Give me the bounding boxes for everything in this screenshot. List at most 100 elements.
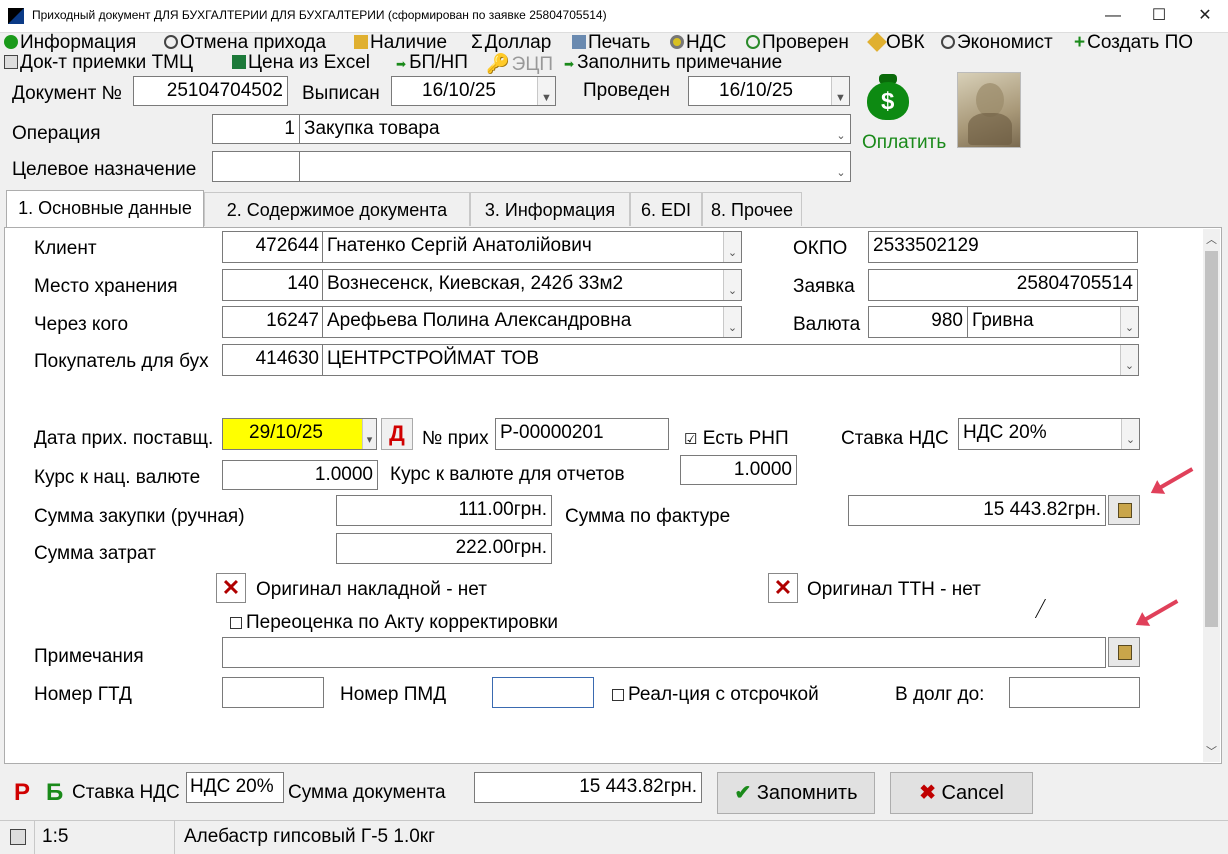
chevron-down-icon[interactable]: ⌄: [723, 307, 741, 337]
checkbox-empty-icon: [230, 617, 242, 629]
menu-acceptance-doc[interactable]: Док-т приемки ТМЦ: [4, 52, 193, 74]
scrollbar-thumb[interactable]: [1205, 251, 1218, 627]
d-button[interactable]: Д: [381, 418, 413, 450]
menu-stock[interactable]: Наличие: [354, 32, 447, 54]
menu-ovk[interactable]: ОВК: [867, 32, 925, 54]
debt-label: В долг до:: [895, 684, 985, 705]
menu-fill-note[interactable]: ➡ Заполнить примечание: [564, 52, 782, 74]
close-button[interactable]: ✕: [1182, 0, 1228, 32]
cross-icon: ✕: [773, 575, 793, 600]
rnp-checkbox[interactable]: ☑ Есть РНП: [684, 428, 789, 450]
chevron-down-icon[interactable]: ▼: [537, 77, 555, 105]
tab-other[interactable]: 8. Прочее: [702, 192, 802, 226]
tab-edi[interactable]: 6. EDI: [630, 192, 702, 226]
box-icon: [354, 35, 368, 49]
chevron-down-icon[interactable]: ⌄: [832, 115, 850, 143]
client-select[interactable]: Гнатенко Сергій Анатолійович ⌄: [322, 231, 742, 263]
costs-field[interactable]: 222.00грн.: [336, 533, 552, 564]
gtd-field[interactable]: [222, 677, 324, 708]
storage-label: Место хранения: [34, 276, 178, 297]
menu-checked[interactable]: Проверен: [746, 32, 849, 54]
scroll-down-icon[interactable]: ﹀: [1206, 743, 1217, 759]
chevron-down-icon[interactable]: ⌄: [1120, 345, 1138, 375]
title-bar: Приходный документ ДЛЯ БУХГАЛТЕРИИ ДЛЯ Б…: [0, 0, 1228, 33]
purpose-code-field[interactable]: [212, 151, 300, 182]
issued-date-picker[interactable]: 16/10/25 ▼: [391, 76, 556, 106]
chevron-down-icon[interactable]: ⌄: [723, 270, 741, 300]
request-field[interactable]: 25804705514: [868, 269, 1138, 301]
menu-dollar[interactable]: Σ Доллар: [471, 32, 551, 54]
save-button[interactable]: ✔ Запомнить: [717, 772, 875, 814]
buyer-select[interactable]: ЦЕНТРСТРОЙМАТ ТОВ ⌄: [322, 344, 1139, 376]
pay-label[interactable]: Оплатить: [862, 132, 946, 154]
minimize-button[interactable]: —: [1090, 0, 1136, 32]
purchase-sum-field[interactable]: 111.00грн.: [336, 495, 552, 526]
notes-field[interactable]: [222, 637, 1106, 668]
supplier-date-picker[interactable]: 29/10/25 ▾: [222, 418, 377, 450]
b-mark[interactable]: Б: [46, 779, 63, 807]
money-bag-icon[interactable]: $: [865, 74, 911, 122]
via-select[interactable]: Арефьева Полина Александровна ⌄: [322, 306, 742, 338]
chevron-down-icon[interactable]: ⌄: [832, 152, 850, 181]
pmd-field[interactable]: [492, 677, 594, 708]
rate-report-field[interactable]: 1.0000: [680, 455, 797, 485]
buyer-code-field[interactable]: 414630: [222, 344, 324, 376]
purpose-select[interactable]: ⌄: [299, 151, 851, 182]
deferred-checkbox[interactable]: Реал-ция с отсрочкой: [612, 684, 819, 706]
menu-cancel-receipt[interactable]: Отмена прихода: [164, 32, 326, 54]
printer-icon: [572, 35, 586, 49]
orig-invoice-checkbox[interactable]: ✕: [216, 573, 246, 603]
vertical-scrollbar[interactable]: ︿ ﹀: [1203, 229, 1220, 762]
debt-date-field[interactable]: [1009, 677, 1140, 708]
menu-vat[interactable]: НДС: [670, 32, 726, 54]
client-code-field[interactable]: 472644: [222, 231, 324, 263]
chevron-down-icon[interactable]: ⌄: [723, 232, 741, 262]
menu-print[interactable]: Печать: [572, 32, 650, 54]
costs-label: Сумма затрат: [34, 543, 156, 564]
storage-select[interactable]: Вознесенск, Киевская, 242б 33м2 ⌄: [322, 269, 742, 301]
menu-create-po[interactable]: + Создать ПО: [1074, 32, 1193, 54]
orig-invoice-label: Оригинал накладной - нет: [256, 579, 487, 600]
tab-doc-contents[interactable]: 2. Содержимое документа: [204, 192, 470, 226]
chevron-down-icon[interactable]: ⌄: [1120, 307, 1138, 337]
r-mark[interactable]: Р: [14, 779, 30, 807]
via-code-field[interactable]: 16247: [222, 306, 324, 338]
tab-basic-data[interactable]: 1. Основные данные: [6, 190, 204, 228]
footer-vat-label: Ставка НДС: [72, 782, 180, 803]
maximize-button[interactable]: ☐: [1136, 0, 1182, 32]
receipt-no-field[interactable]: Р-00000201: [495, 418, 669, 450]
invoice-sum-field[interactable]: 15 443.82грн.: [848, 495, 1106, 526]
scroll-up-icon[interactable]: ︿: [1206, 231, 1217, 247]
menu-bp-np[interactable]: ➡ БП/НП: [396, 52, 468, 74]
cancel-button[interactable]: ✖ Cancel: [890, 772, 1033, 814]
currency-code-field[interactable]: 980: [868, 306, 968, 338]
currency-select[interactable]: Гривна ⌄: [967, 306, 1139, 338]
doc-number-field[interactable]: 25104704502: [133, 76, 288, 106]
operation-select[interactable]: Закупка товара ⌄: [299, 114, 851, 144]
client-label: Клиент: [34, 238, 97, 259]
chevron-down-icon[interactable]: ▾: [362, 419, 376, 449]
purchase-sum-label: Сумма закупки (ручная): [34, 506, 245, 527]
doc-number-label: Документ №: [12, 83, 122, 104]
calculator-icon[interactable]: [1108, 637, 1140, 667]
doc-sum-field[interactable]: 15 443.82грн.: [474, 772, 702, 803]
chevron-down-icon[interactable]: ▼: [831, 77, 849, 105]
footer-vat-field[interactable]: НДС 20%: [186, 772, 284, 803]
menu-info[interactable]: Информация: [4, 32, 136, 54]
okpo-field[interactable]: 2533502129: [868, 231, 1138, 263]
storage-code-field[interactable]: 140: [222, 269, 324, 301]
tab-information[interactable]: 3. Информация: [470, 192, 630, 226]
invoice-sum-label: Сумма по фактуре: [565, 506, 731, 527]
rate-report-label: Курс к валюте для отчетов: [390, 464, 625, 485]
orig-ttn-checkbox[interactable]: ✕: [768, 573, 798, 603]
calculator-icon[interactable]: [1108, 495, 1140, 525]
posted-date-picker[interactable]: 16/10/25 ▼: [688, 76, 850, 106]
operation-code-field[interactable]: 1: [212, 114, 300, 144]
vat-rate-select[interactable]: НДС 20% ⌄: [958, 418, 1140, 450]
menu-price-excel[interactable]: Цена из Excel: [232, 52, 370, 74]
menu-ecp[interactable]: 🔑 ЭЦП: [486, 52, 553, 76]
rate-nat-field[interactable]: 1.0000: [222, 460, 378, 490]
menu-economist[interactable]: Экономист: [941, 32, 1053, 54]
revaluation-checkbox[interactable]: Переоценка по Акту корректировки: [230, 612, 558, 634]
chevron-down-icon[interactable]: ⌄: [1121, 419, 1139, 449]
